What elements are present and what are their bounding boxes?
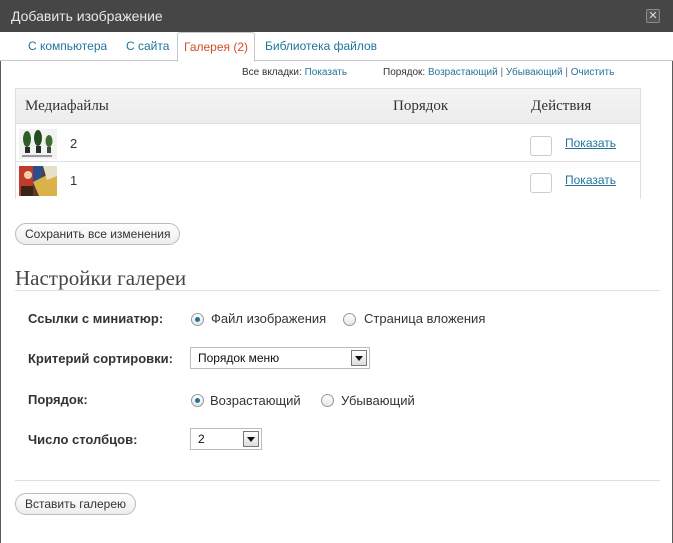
order-descending-radio[interactable]	[321, 394, 334, 407]
table-row: 2 Показать	[16, 125, 640, 162]
sort-clear-link[interactable]: Очистить	[571, 67, 615, 78]
chevron-down-icon	[351, 350, 367, 366]
link-to-attachment-radio[interactable]	[343, 313, 356, 326]
row-checkbox[interactable]	[530, 136, 552, 156]
divider	[15, 290, 660, 291]
sort-order-control: Порядок: Возрастающий | Убывающий | Очис…	[383, 67, 614, 78]
link-to-attachment-label: Страница вложения	[364, 311, 486, 326]
sort-ascending-link[interactable]: Возрастающий	[428, 67, 498, 78]
dialog-titlebar: Добавить изображение ✕	[0, 0, 673, 32]
sort-criteria-value: Порядок меню	[198, 351, 280, 365]
insert-gallery-button[interactable]: Вставить галерею	[15, 493, 137, 515]
bonsai-trees-thumbnail-icon	[19, 129, 57, 159]
table-row: 1 Показать	[16, 162, 640, 199]
column-header-media: Медиафайлы	[25, 98, 109, 114]
separator: |	[565, 67, 568, 78]
tab-media-library[interactable]: Библиотека файлов	[265, 39, 377, 53]
row-order-value: 2	[70, 136, 78, 151]
media-table: Медиафайлы Порядок Действия 2 Показать 1…	[15, 88, 641, 199]
order-label: Порядок:	[28, 392, 88, 407]
dialog-title: Добавить изображение	[11, 8, 163, 24]
thumbnail-links-label: Ссылки с миниатюр:	[28, 311, 164, 326]
order-ascending-radio[interactable]	[191, 394, 204, 407]
close-icon[interactable]: ✕	[646, 9, 660, 23]
all-tabs-show-link[interactable]: Показать	[305, 67, 348, 78]
separator: |	[500, 67, 504, 78]
sort-criteria-select[interactable]: Порядок меню	[190, 347, 370, 369]
column-header-actions: Действия	[531, 98, 592, 114]
columns-select[interactable]: 2	[190, 428, 262, 450]
sort-criteria-label: Критерий сортировки:	[28, 351, 173, 366]
columns-label: Число столбцов:	[28, 432, 138, 447]
divider	[15, 480, 660, 481]
link-to-file-label: Файл изображения	[211, 311, 327, 326]
row-show-link[interactable]: Показать	[565, 136, 616, 150]
all-tabs-label: Все вкладки:	[242, 67, 302, 78]
tab-gallery[interactable]: Галерея (2)	[177, 32, 256, 62]
order-descending-label: Убывающий	[341, 393, 415, 408]
row-show-link[interactable]: Показать	[565, 173, 616, 187]
tab-from-url[interactable]: С сайта	[126, 39, 169, 53]
chevron-down-icon	[243, 431, 259, 447]
gallery-settings-title: Настройки галереи	[15, 266, 187, 290]
all-tabs-control: Все вкладки: Показать	[242, 67, 347, 78]
order-ascending-label: Возрастающий	[210, 393, 301, 408]
save-all-changes-button[interactable]: Сохранить все изменения	[15, 223, 181, 245]
column-header-order: Порядок	[393, 98, 449, 114]
sort-order-label: Порядок:	[383, 67, 426, 78]
row-order-value: 1	[70, 173, 78, 188]
sort-descending-link[interactable]: Убывающий	[506, 67, 563, 78]
columns-value: 2	[198, 432, 205, 446]
upload-tabs: С компьютера С сайта Галерея (2) Библиот…	[0, 32, 673, 62]
painting-thumbnail-icon	[19, 166, 57, 196]
row-checkbox[interactable]	[530, 173, 552, 193]
table-header: Медиафайлы Порядок Действия	[16, 89, 640, 124]
link-to-file-radio[interactable]	[191, 313, 204, 326]
tab-from-computer[interactable]: С компьютера	[28, 39, 107, 53]
